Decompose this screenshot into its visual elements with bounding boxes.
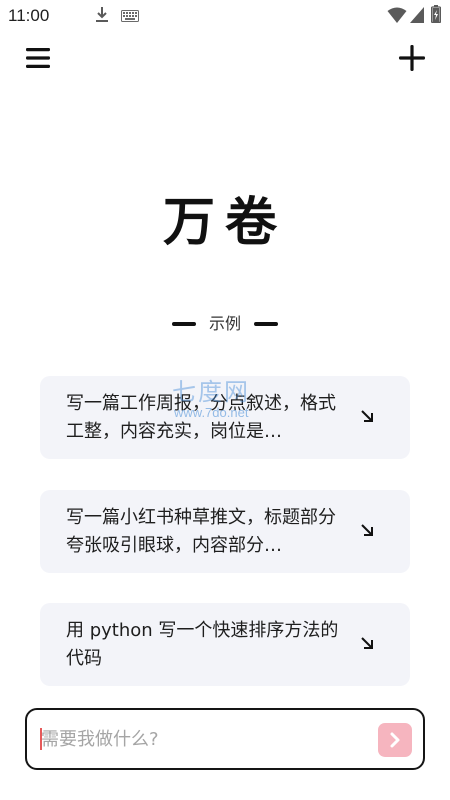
hamburger-menu-icon bbox=[26, 48, 50, 68]
status-bar: 11:00 bbox=[0, 0, 450, 32]
send-button[interactable] bbox=[378, 723, 412, 757]
app-title: 万卷 bbox=[162, 192, 287, 253]
download-icon bbox=[96, 7, 108, 22]
example-text: 写一篇小红书种草推文，标题部分夸张吸引眼球，内容部分… bbox=[66, 507, 336, 556]
battery-icon bbox=[431, 5, 441, 23]
prompt-input[interactable] bbox=[41, 726, 361, 752]
example-card[interactable]: 写一篇小红书种草推文，标题部分夸张吸引眼球，内容部分… bbox=[40, 490, 410, 573]
examples-header: 示例 bbox=[0, 313, 450, 335]
header-dash-left bbox=[171, 322, 196, 326]
examples-label: 示例 bbox=[208, 314, 241, 333]
status-time: 11:00 bbox=[8, 6, 50, 25]
wifi-icon bbox=[387, 7, 407, 23]
menu-button[interactable] bbox=[22, 42, 54, 74]
example-card[interactable]: 用 python 写一个快速排序方法的代码 bbox=[40, 603, 410, 686]
chevron-right-icon bbox=[390, 732, 400, 748]
plus-icon bbox=[399, 45, 425, 71]
add-button[interactable] bbox=[394, 40, 430, 76]
example-text: 用 python 写一个快速排序方法的代码 bbox=[66, 620, 339, 669]
prompt-input-bar bbox=[25, 708, 425, 770]
signal-icon bbox=[410, 7, 424, 23]
example-text: 写一篇工作周报，分点叙述，格式工整，内容充实，岗位是… bbox=[66, 393, 336, 442]
arrow-down-right-icon bbox=[361, 410, 373, 422]
arrow-down-right-icon bbox=[361, 637, 373, 649]
example-card[interactable]: 写一篇工作周报，分点叙述，格式工整，内容充实，岗位是… bbox=[40, 376, 410, 459]
header-dash-right bbox=[254, 322, 278, 326]
arrow-down-right-icon bbox=[361, 524, 373, 536]
keyboard-icon bbox=[121, 10, 139, 22]
